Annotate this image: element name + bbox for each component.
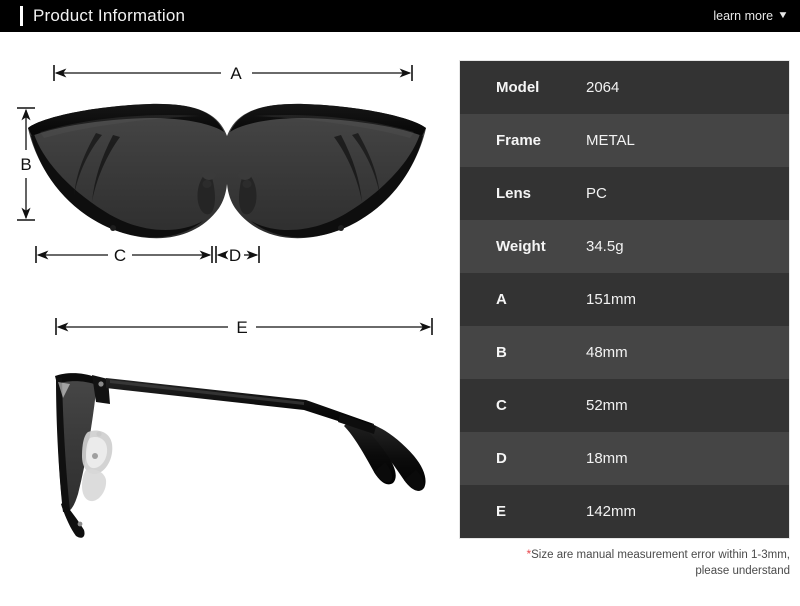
table-row: Model 2064 bbox=[460, 61, 789, 114]
dimension-arrow-b: B bbox=[17, 107, 35, 221]
header-bar: Product Information learn more ▼ bbox=[0, 0, 800, 32]
sunglasses-front-view bbox=[28, 103, 426, 239]
spec-label: E bbox=[496, 503, 507, 520]
spec-value: PC bbox=[586, 185, 607, 202]
measurement-disclaimer: *Size are manual measurement error withi… bbox=[459, 546, 790, 579]
table-row: Frame METAL bbox=[460, 114, 789, 167]
spec-value: 52mm bbox=[586, 397, 628, 414]
svg-text:D: D bbox=[229, 246, 241, 265]
spec-label: B bbox=[496, 344, 507, 361]
spec-label: C bbox=[496, 397, 507, 414]
dimension-diagram: A B C D E bbox=[17, 64, 433, 538]
table-row: A 151mm bbox=[460, 273, 789, 326]
spec-value: 2064 bbox=[586, 79, 620, 96]
table-row: Lens PC bbox=[460, 167, 789, 220]
dimension-arrow-d: D bbox=[215, 246, 260, 265]
svg-text:C: C bbox=[114, 246, 126, 265]
svg-text:B: B bbox=[20, 155, 31, 174]
table-row: B 48mm bbox=[460, 326, 789, 379]
spec-value: 18mm bbox=[586, 450, 628, 467]
spec-label: Frame bbox=[496, 132, 542, 149]
svg-text:A: A bbox=[230, 64, 242, 83]
spec-value: 48mm bbox=[586, 344, 628, 361]
page-title: Product Information bbox=[33, 6, 186, 25]
learn-more-button[interactable]: learn more ▼ bbox=[713, 0, 788, 32]
product-diagram-panel: A B C D E bbox=[0, 32, 455, 606]
table-row: D 18mm bbox=[460, 432, 789, 485]
table-row: C 52mm bbox=[460, 379, 789, 432]
dimension-arrow-c: C bbox=[35, 246, 213, 265]
spec-value: 34.5g bbox=[586, 238, 624, 255]
disclaimer-text-1: Size are manual measurement error within… bbox=[531, 549, 790, 561]
table-row: E 142mm bbox=[460, 485, 789, 538]
disclaimer-line-2: please understand bbox=[695, 565, 790, 577]
chevron-down-icon: ▼ bbox=[777, 10, 789, 21]
spec-label: A bbox=[496, 291, 507, 308]
disclaimer-line-1: *Size are manual measurement error withi… bbox=[459, 546, 790, 563]
table-row: Weight 34.5g bbox=[460, 220, 789, 273]
svg-text:E: E bbox=[236, 318, 247, 337]
spec-label: Lens bbox=[496, 185, 532, 202]
spec-label: Model bbox=[496, 79, 540, 96]
dimension-arrow-e: E bbox=[55, 318, 433, 337]
spec-label: Weight bbox=[496, 238, 546, 255]
header-accent-bar bbox=[20, 6, 23, 26]
spec-value: 151mm bbox=[586, 291, 637, 308]
spec-value: 142mm bbox=[586, 503, 637, 520]
spec-value: METAL bbox=[586, 132, 635, 149]
specification-table: Model 2064 Frame METAL Lens PC Weight 34… bbox=[459, 60, 790, 539]
spec-label: D bbox=[496, 450, 507, 467]
dimension-arrow-a: A bbox=[53, 64, 413, 83]
learn-more-label: learn more bbox=[713, 9, 774, 23]
sunglasses-side-view bbox=[55, 373, 426, 538]
